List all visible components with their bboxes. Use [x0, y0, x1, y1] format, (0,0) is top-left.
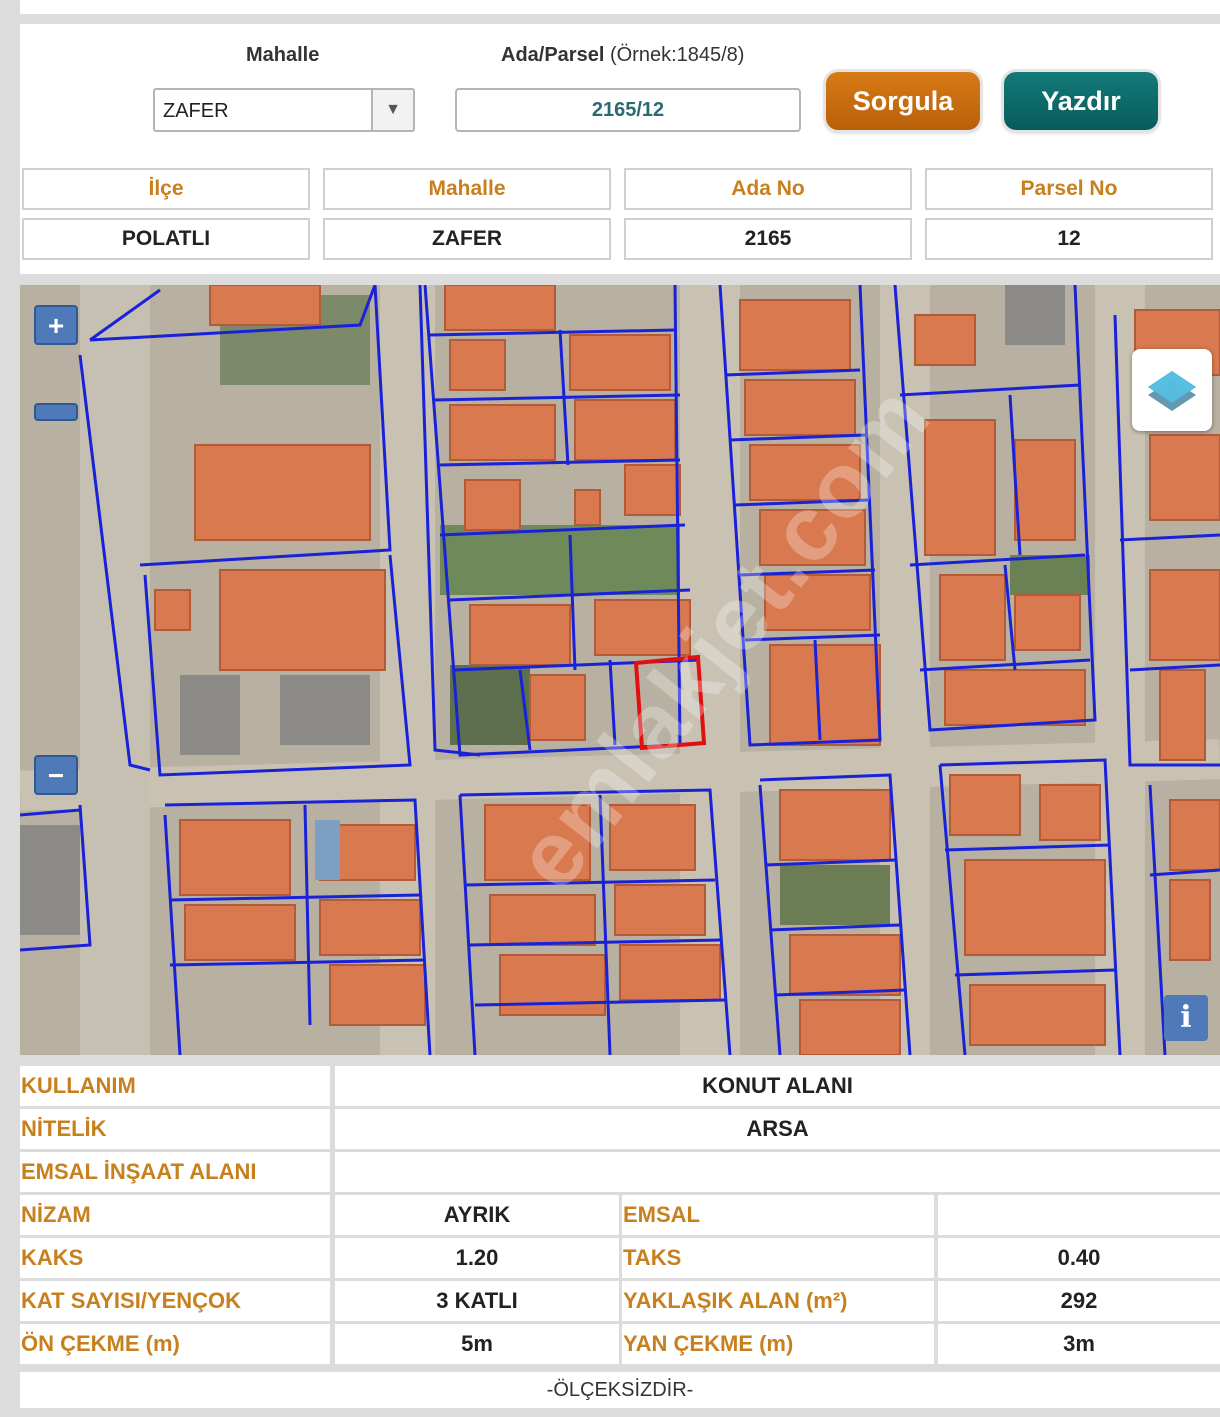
attr-kat-value: 3 KATLI: [335, 1281, 619, 1321]
layers-icon: [1148, 371, 1196, 411]
attr-kat-key: KAT SAYISI/YENÇOK: [20, 1281, 330, 1321]
zoom-slider-handle[interactable]: [34, 403, 78, 421]
attr-yan-cekme-key: YAN ÇEKME (m): [622, 1324, 934, 1364]
sorgula-button[interactable]: Sorgula: [826, 72, 980, 130]
header-ada-no: Ada No: [624, 168, 912, 210]
parcel-map[interactable]: emlakjet.com + − i: [20, 285, 1220, 1055]
attr-on-cekme-value: 5m: [335, 1324, 619, 1364]
zoom-out-button[interactable]: −: [34, 755, 78, 795]
mahalle-select-value: ZAFER: [163, 100, 229, 122]
attr-yan-cekme-value: 3m: [938, 1324, 1220, 1364]
value-mahalle: ZAFER: [323, 218, 611, 260]
chevron-down-icon[interactable]: ▼: [371, 90, 413, 130]
map-imagery: [20, 285, 1220, 1055]
parcel-label-wrap: Ada/Parsel (Örnek:1845/8): [501, 44, 744, 67]
top-strip: [20, 0, 1220, 14]
parcel-input[interactable]: 2165/12: [455, 88, 801, 132]
parcel-hint: (Örnek:1845/8): [609, 44, 745, 66]
yazdir-button[interactable]: Yazdır: [1004, 72, 1158, 130]
attr-kullanim-key: KULLANIM: [20, 1066, 330, 1106]
query-panel: Mahalle Ada/Parsel (Örnek:1845/8) ZAFER …: [20, 24, 1220, 274]
attr-taks-key: TAKS: [622, 1238, 934, 1278]
info-button[interactable]: i: [1164, 995, 1208, 1041]
scale-note: -ÖLÇEKSİZDİR-: [20, 1372, 1220, 1408]
attr-nizam-key: NİZAM: [20, 1195, 330, 1235]
attr-nitelik-value: ARSA: [335, 1109, 1220, 1149]
parcel-label: Ada/Parsel: [501, 44, 605, 66]
value-ilce: POLATLI: [22, 218, 310, 260]
header-parsel-no: Parsel No: [925, 168, 1213, 210]
attr-kullanim-value: KONUT ALANI: [335, 1066, 1220, 1106]
layers-button[interactable]: [1132, 349, 1212, 431]
attr-kaks-key: KAKS: [20, 1238, 330, 1278]
attr-kaks-value: 1.20: [335, 1238, 619, 1278]
value-ada-no: 2165: [624, 218, 912, 260]
attr-nitelik-key: NİTELİK: [20, 1109, 330, 1149]
attr-emsal-key: EMSAL: [622, 1195, 934, 1235]
mahalle-label: Mahalle: [246, 44, 320, 66]
mahalle-select[interactable]: ZAFER ▼: [153, 88, 415, 132]
header-mahalle: Mahalle: [323, 168, 611, 210]
attr-on-cekme-key: ÖN ÇEKME (m): [20, 1324, 330, 1364]
attr-emsal-insaat-value: [335, 1152, 1220, 1192]
attr-emsal-value: [938, 1195, 1220, 1235]
header-ilce: İlçe: [22, 168, 310, 210]
attr-nizam-value: AYRIK: [335, 1195, 619, 1235]
value-parsel-no: 12: [925, 218, 1213, 260]
attr-alan-key: YAKLAŞIK ALAN (m²): [622, 1281, 934, 1321]
zoom-in-button[interactable]: +: [34, 305, 78, 345]
attribute-table: KULLANIM KONUT ALANI NİTELİK ARSA EMSAL …: [0, 1066, 1220, 1366]
attr-taks-value: 0.40: [938, 1238, 1220, 1278]
attr-alan-value: 292: [938, 1281, 1220, 1321]
attr-emsal-insaat-key: EMSAL İNŞAAT ALANI: [20, 1152, 330, 1192]
